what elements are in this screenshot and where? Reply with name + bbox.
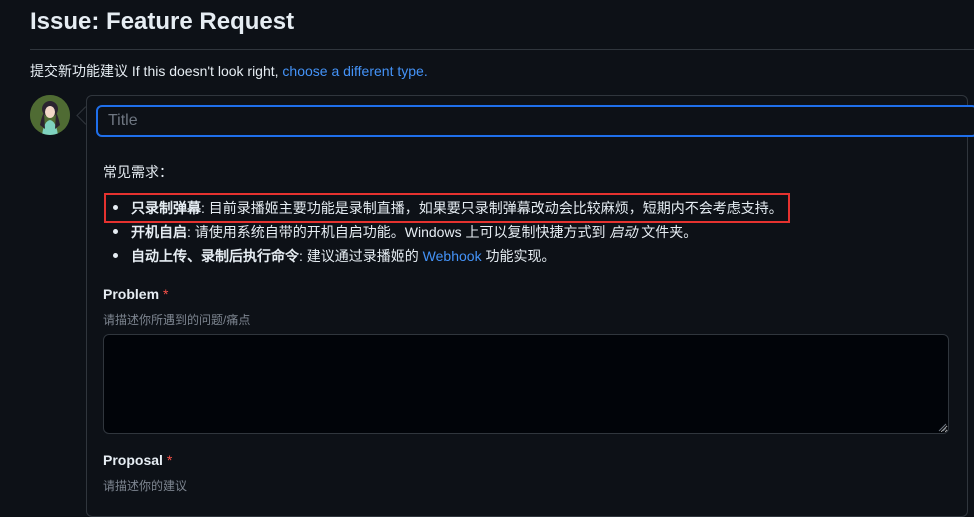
avatar-image <box>30 95 70 135</box>
page-title: Issue: Feature Request <box>30 8 295 35</box>
list-item-auto-upload: 自动上传、录制后执行命令: 建议通过录播姬的 Webhook 功能实现。 <box>103 247 783 271</box>
faq-item-title: 开机自启 <box>131 224 187 240</box>
webhook-link[interactable]: Webhook <box>423 248 482 264</box>
problem-label-text: Problem <box>103 286 160 302</box>
avatar[interactable] <box>30 95 70 135</box>
list-item-autostart: 开机自启: 请使用系统自带的开机自启功能。Windows 上可以复制快捷方式到 … <box>103 223 783 247</box>
issue-type-subtitle: 提交新功能建议 If this doesn't look right, choo… <box>30 61 428 81</box>
required-marker: * <box>163 286 169 302</box>
title-input[interactable] <box>96 105 974 137</box>
proposal-hint: 请描述你的建议 <box>103 479 188 493</box>
resize-handle-icon[interactable] <box>938 423 947 432</box>
common-requests-heading: 常见需求： <box>103 164 173 180</box>
faq-item-text: : 请使用系统自带的开机自启功能。Windows 上可以复制快捷方式到 <box>187 224 610 240</box>
required-marker: * <box>166 452 173 468</box>
title-divider <box>30 49 974 50</box>
issue-form-card <box>86 95 968 517</box>
faq-item-text-after: 文件夹。 <box>637 224 698 240</box>
faq-item-title: 自动上传、录制后执行命令 <box>131 248 299 264</box>
startup-folder-name: 启动 <box>609 224 638 240</box>
highlight-annotation-box <box>104 193 790 223</box>
proposal-label-text: Proposal <box>103 452 163 468</box>
choose-different-type-link[interactable]: choose a different type. <box>282 63 427 79</box>
problem-hint: 请描述你所遇到的问题/痛点 <box>103 313 251 327</box>
problem-textarea[interactable] <box>103 334 949 434</box>
subtitle-text: 提交新功能建议 If this doesn't look right, <box>30 63 283 79</box>
proposal-label: Proposal * <box>103 452 172 468</box>
problem-label: Problem * <box>103 286 168 302</box>
faq-item-text: : 建议通过录播姬的 <box>299 248 423 264</box>
faq-item-text-after: 功能实现。 <box>481 248 556 264</box>
